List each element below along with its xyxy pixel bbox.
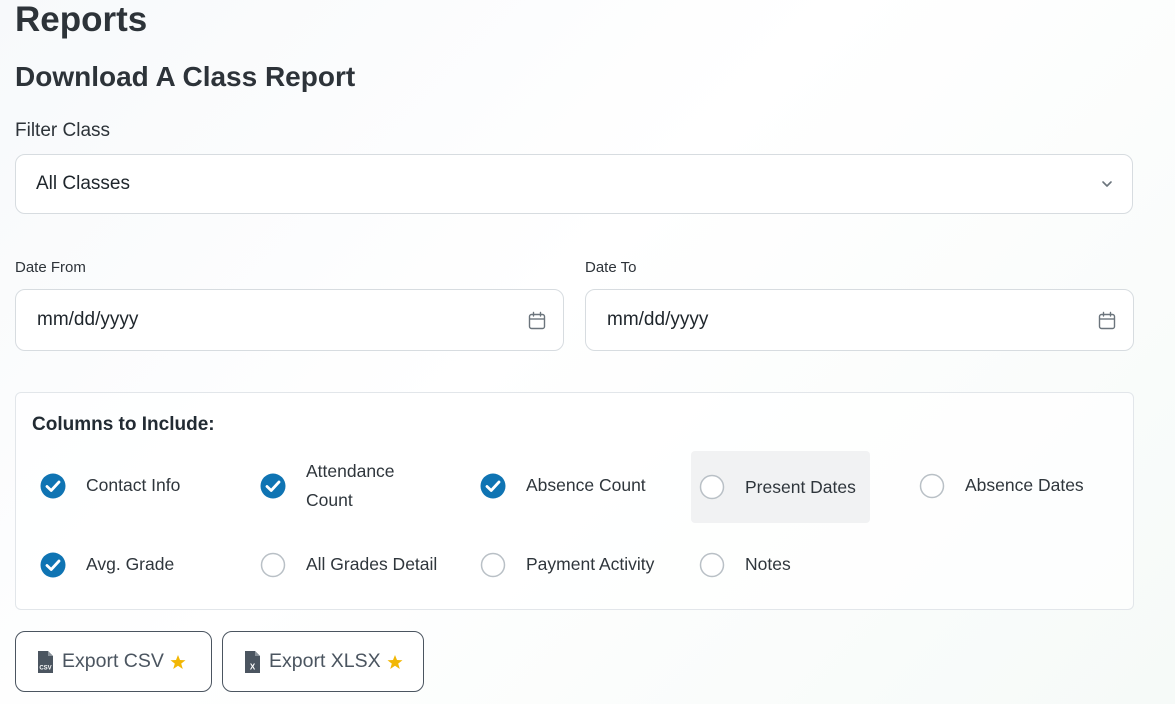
xlsx-file-icon: X: [245, 650, 260, 673]
export-xlsx-label: Export XLSX: [269, 650, 381, 672]
option-label: Contact Info: [86, 475, 181, 495]
option-contact-info[interactable]: Contact Info: [40, 471, 180, 500]
option-label: All Grades Detail: [306, 554, 438, 574]
checked-circle-icon[interactable]: [260, 473, 286, 499]
option-label: Notes: [745, 554, 791, 574]
option-absence-count[interactable]: Absence Count: [480, 471, 646, 500]
csv-badge-text: CSV: [39, 665, 51, 671]
unchecked-circle-icon[interactable]: [919, 473, 945, 499]
option-avg-grade[interactable]: Avg. Grade: [40, 550, 174, 579]
checked-circle-icon[interactable]: [40, 473, 66, 499]
option-present-dates[interactable]: Present Dates: [691, 451, 870, 523]
columns-panel: Columns to Include: Contact Info Attenda…: [15, 392, 1134, 610]
star-icon: [170, 654, 186, 669]
columns-title: Columns to Include:: [32, 414, 215, 435]
option-notes[interactable]: Notes: [699, 550, 791, 579]
unchecked-circle-icon[interactable]: [699, 552, 725, 578]
section-title: Download A Class Report: [15, 61, 356, 92]
option-label: Attendance Count: [306, 461, 395, 510]
unchecked-circle-icon[interactable]: [260, 552, 286, 578]
chevron-down-icon: [1102, 181, 1112, 187]
calendar-icon[interactable]: [527, 311, 547, 331]
date-from-label: Date From: [15, 259, 86, 276]
option-absence-dates[interactable]: Absence Dates: [919, 471, 1084, 500]
unchecked-circle-icon[interactable]: [699, 474, 725, 500]
export-csv-label: Export CSV: [62, 650, 164, 672]
page-title: Reports: [15, 0, 148, 39]
star-icon: [387, 654, 403, 669]
date-to-placeholder: mm/dd/yyyy: [607, 309, 709, 330]
xlsx-badge-text: X: [250, 662, 256, 671]
csv-file-icon: CSV: [38, 650, 53, 673]
date-from-input[interactable]: mm/dd/yyyy: [15, 289, 564, 351]
checked-circle-icon[interactable]: [40, 552, 66, 578]
option-label: Avg. Grade: [86, 554, 175, 574]
filter-class-label: Filter Class: [15, 120, 111, 141]
option-all-grades-detail[interactable]: All Grades Detail: [260, 550, 437, 579]
calendar-icon[interactable]: [1097, 311, 1117, 331]
export-csv-button[interactable]: CSV Export CSV: [15, 631, 212, 692]
option-label: Absence Dates: [965, 475, 1084, 495]
option-label: Present Dates: [745, 476, 856, 497]
filter-class-value: All Classes: [36, 173, 130, 194]
date-from-placeholder: mm/dd/yyyy: [37, 309, 139, 330]
export-xlsx-button[interactable]: X Export XLSX: [222, 631, 424, 692]
date-to-input[interactable]: mm/dd/yyyy: [585, 289, 1134, 351]
date-to-label: Date To: [585, 259, 637, 276]
option-label: Absence Count: [526, 475, 646, 495]
checked-circle-icon[interactable]: [480, 473, 506, 499]
unchecked-circle-icon[interactable]: [480, 552, 506, 578]
option-payment-activity[interactable]: Payment Activity: [480, 550, 654, 579]
option-label: Payment Activity: [526, 554, 655, 574]
option-attendance-count[interactable]: Attendance Count: [260, 457, 430, 515]
filter-class-select[interactable]: All Classes: [15, 154, 1133, 214]
